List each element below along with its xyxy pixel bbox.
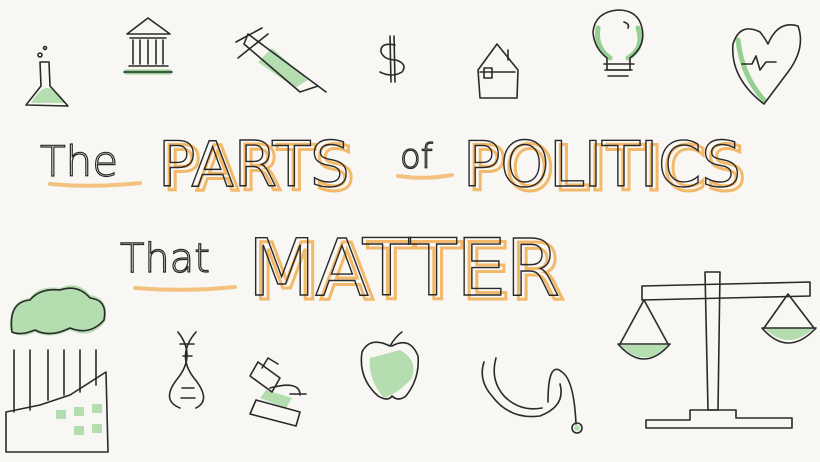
- courthouse-icon: [123, 17, 173, 75]
- title-word-parts: PARTS: [158, 128, 350, 201]
- syringe-icon: [235, 27, 327, 93]
- dna-icon: [168, 331, 205, 409]
- microscope-icon: [249, 357, 307, 427]
- scales-icon: [617, 271, 817, 429]
- title-word-that: That: [120, 236, 210, 282]
- factory-icon: [5, 285, 109, 453]
- flask-icon: [25, 45, 69, 107]
- dollar-icon: [379, 35, 405, 83]
- heart-icon: [731, 24, 802, 105]
- title-word-matter: MATTER: [248, 224, 560, 314]
- title-word-of: of: [400, 137, 433, 177]
- title-block: The PARTS PARTS of POLITICS POLITICS Tha…: [39, 127, 747, 319]
- that-underline: [133, 285, 237, 292]
- illustration-canvas: The PARTS PARTS of POLITICS POLITICS Tha…: [0, 0, 820, 462]
- title-word-the: The: [40, 137, 118, 186]
- stethoscope-icon: [481, 357, 583, 434]
- house-icon: [477, 43, 519, 99]
- lightbulb-icon: [592, 9, 644, 77]
- title-word-politics: POLITICS: [463, 128, 741, 201]
- doodle-artwork: The PARTS PARTS of POLITICS POLITICS Tha…: [5, 9, 817, 453]
- apple-icon: [360, 331, 420, 400]
